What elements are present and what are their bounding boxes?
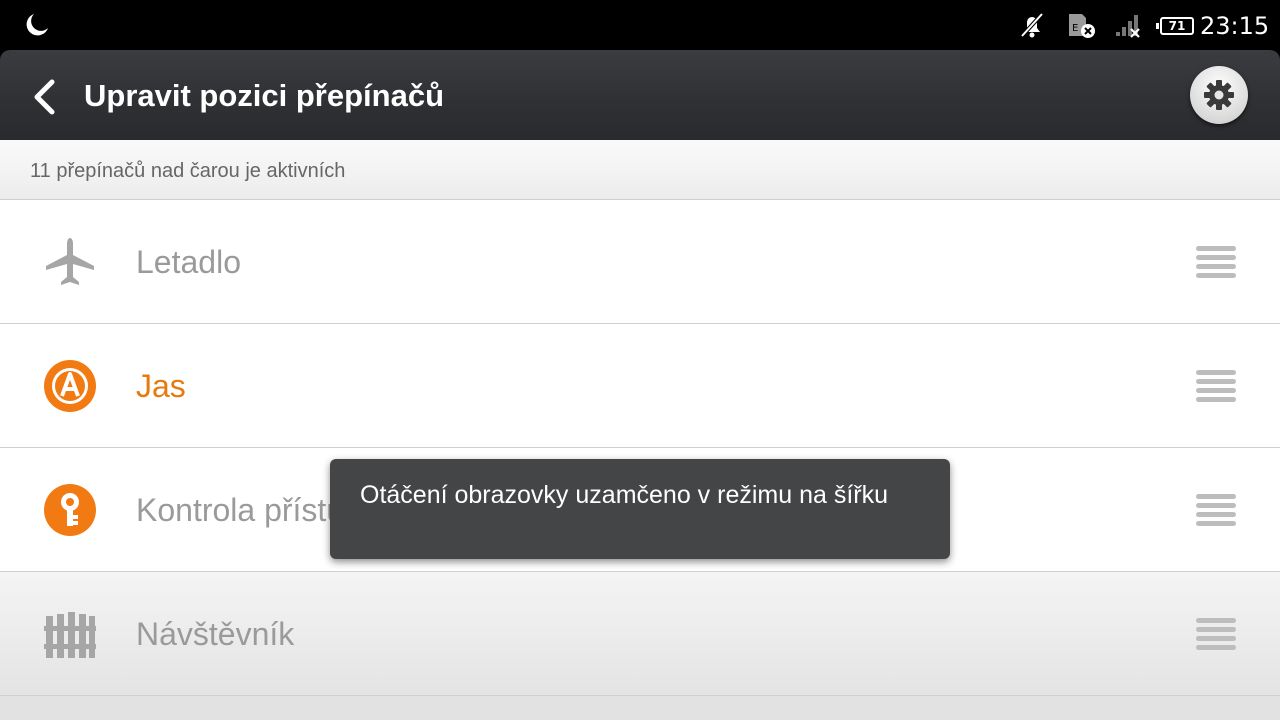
list-item[interactable]: Letadlo (0, 200, 1280, 324)
list-item[interactable]: Návštěvník (0, 572, 1280, 696)
sim-error-icon: E (1069, 14, 1095, 38)
key-icon (44, 484, 96, 536)
toast-message: Otáčení obrazovky uzamčeno v režimu na š… (330, 459, 950, 559)
moon-icon (26, 14, 48, 36)
fence-icon (44, 612, 96, 658)
list-remainder (0, 696, 1280, 720)
status-bar: E 71 23:15 (0, 0, 1280, 50)
auto-brightness-icon (44, 360, 96, 412)
page-title: Upravit pozici přepínačů (84, 78, 445, 113)
drag-handle-icon[interactable] (1196, 494, 1236, 526)
signal-none-icon (1116, 15, 1140, 38)
toggle-label: Jas (136, 368, 186, 404)
list-item[interactable]: Jas (0, 324, 1280, 448)
info-bar: 11 přepínačů nad čarou je aktivních (0, 140, 1280, 200)
svg-text:E: E (1072, 23, 1078, 34)
toggle-label: Letadlo (136, 244, 241, 280)
airplane-icon (46, 238, 94, 285)
drag-handle-icon[interactable] (1196, 618, 1236, 650)
battery-indicator: 71 (1156, 17, 1194, 35)
drag-handle-icon[interactable] (1196, 370, 1236, 402)
active-toggles-hint: 11 přepínačů nad čarou je aktivních (30, 160, 346, 182)
clock: 23:15 (1200, 12, 1270, 40)
gear-icon (1204, 80, 1234, 110)
action-bar: Upravit pozici přepínačů (0, 50, 1280, 140)
notifications-off-icon (1020, 12, 1044, 38)
toggle-label: Návštěvník (136, 616, 295, 652)
settings-button[interactable] (1190, 66, 1248, 124)
chevron-left-icon[interactable] (28, 78, 62, 116)
drag-handle-icon[interactable] (1196, 246, 1236, 278)
